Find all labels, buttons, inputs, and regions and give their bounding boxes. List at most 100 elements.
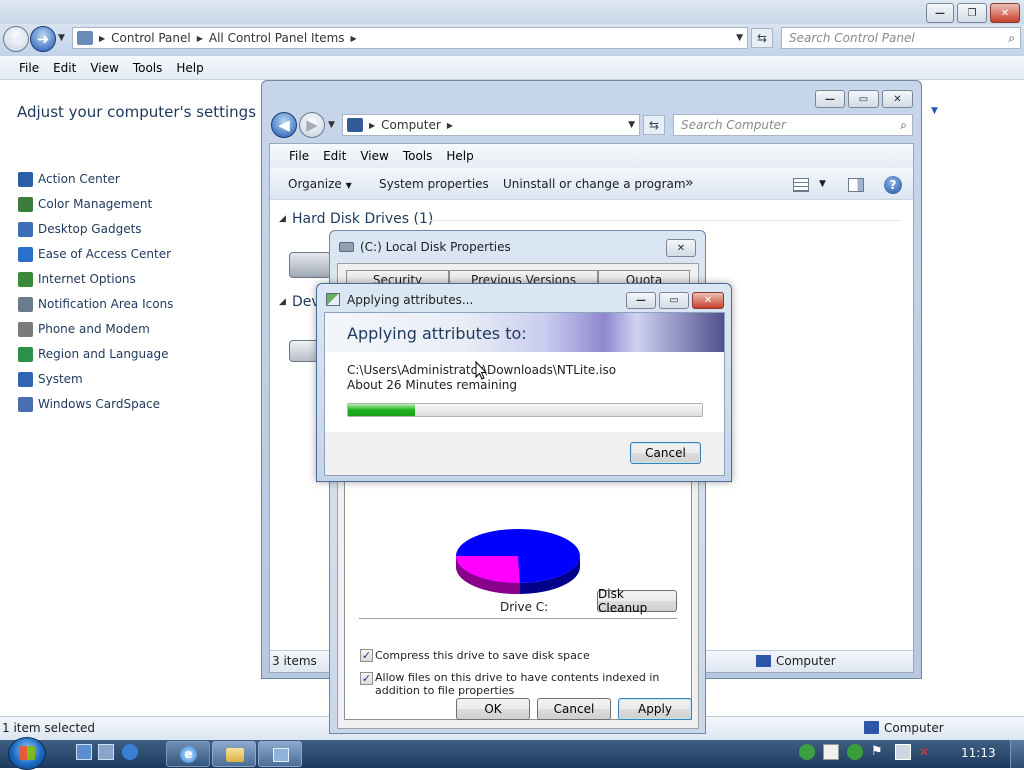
cp-menu-tools[interactable]: Tools (133, 61, 163, 75)
disk-dialog-close-button[interactable]: ✕ (666, 239, 696, 257)
preview-pane-icon[interactable] (848, 178, 864, 192)
cp-view-by-chevron[interactable]: ▼ (931, 106, 938, 116)
uninstall-button[interactable]: Uninstall or change a program (503, 177, 686, 191)
cp-breadcrumb-0[interactable]: Control Panel (111, 31, 191, 45)
compress-checkbox[interactable]: ✓ (360, 649, 373, 662)
apply-remaining: About 26 Minutes remaining (347, 378, 518, 392)
index-checkbox[interactable]: ✓ (360, 672, 373, 685)
cp-address-bar[interactable]: ▶ Control Panel ▶ All Control Panel Item… (72, 27, 748, 49)
cp-search-input[interactable]: Search Control Panel ⌕ (781, 27, 1021, 49)
ease-of-access-icon (18, 246, 33, 262)
computer-close-button[interactable]: ✕ (882, 90, 913, 108)
tray-flag-icon[interactable]: ⚑ (871, 744, 887, 760)
internet-explorer-icon: e (180, 746, 197, 763)
tray-volume-muted-icon[interactable]: ✕ (919, 744, 935, 760)
system-properties-button[interactable]: System properties (379, 177, 489, 191)
tray-check-icon[interactable] (847, 744, 863, 760)
chevron-down-icon[interactable]: ▼ (736, 33, 743, 43)
cardspace-icon (18, 396, 33, 412)
computer-menu-view[interactable]: View (360, 149, 388, 163)
cp-refresh-button[interactable]: ⇆ (751, 28, 773, 48)
disk-cancel-button[interactable]: Cancel (537, 698, 611, 720)
expand-icon[interactable]: ◢ (279, 214, 286, 224)
cp-item-label: Desktop Gadgets (38, 222, 142, 236)
system-icon (18, 371, 33, 387)
taskbar-ie-button[interactable]: e (166, 741, 210, 767)
disk-apply-button[interactable]: Apply (618, 698, 692, 720)
cp-breadcrumb-1[interactable]: All Control Panel Items (209, 31, 345, 45)
cp-item-label: System (38, 372, 83, 386)
chevron-down-icon[interactable]: ▼ (628, 120, 635, 130)
computer-menu-help[interactable]: Help (446, 149, 473, 163)
computer-minimize-button[interactable]: — (815, 90, 845, 108)
computer-recent-dropdown[interactable]: ▼ (328, 120, 335, 130)
cp-item-region-and-language[interactable]: Region and Language (18, 345, 169, 363)
computer-menu-tools[interactable]: Tools (403, 149, 433, 163)
taskbar-control-panel-button[interactable] (258, 741, 302, 767)
apply-close-button[interactable]: ✕ (692, 292, 724, 309)
computer-address-icon (347, 118, 363, 132)
cp-item-windows-cardspace[interactable]: Windows CardSpace (18, 395, 160, 413)
cp-menu-help[interactable]: Help (176, 61, 203, 75)
computer-forward-button[interactable]: ▶ (299, 112, 325, 138)
cp-forward-button[interactable]: ➜ (30, 26, 56, 52)
computer-menu-file[interactable]: File (289, 149, 309, 163)
computer-breadcrumb[interactable]: Computer (381, 118, 441, 132)
taskbar-explorer-button[interactable] (212, 741, 256, 767)
control-panel-icon (273, 748, 289, 762)
tray-network-icon[interactable] (799, 744, 815, 760)
apply-maximize-button[interactable]: ▭ (659, 292, 689, 309)
cp-item-internet-options[interactable]: Internet Options (18, 270, 136, 288)
cp-menu-edit[interactable]: Edit (53, 61, 76, 75)
cp-item-phone-and-modem[interactable]: Phone and Modem (18, 320, 150, 338)
cp-heading: Adjust your computer's settings (17, 103, 257, 121)
expand-icon[interactable]: ◢ (279, 297, 286, 307)
hdd-group-header[interactable]: Hard Disk Drives (1) (292, 211, 433, 227)
hard-drive-icon[interactable] (289, 252, 331, 278)
computer-maximize-button[interactable]: ▭ (848, 90, 879, 108)
cp-item-notification-area-icons[interactable]: Notification Area Icons (18, 295, 173, 313)
cp-menu-view[interactable]: View (90, 61, 118, 75)
cp-close-button[interactable]: ✕ (990, 3, 1020, 23)
cp-menu-file[interactable]: File (19, 61, 39, 75)
view-options-icon[interactable] (793, 178, 809, 192)
cp-minimize-button[interactable]: — (926, 3, 954, 23)
computer-search-input[interactable]: Search Computer ⌕ (673, 114, 913, 136)
cp-item-label: Color Management (38, 197, 153, 211)
globe-icon (18, 271, 33, 287)
chevron-down-icon[interactable]: ▼ (819, 179, 826, 189)
organize-button[interactable]: Organize ▼ (288, 177, 352, 191)
cp-back-button[interactable]: ◀ (3, 26, 29, 52)
cp-titlebar (0, 0, 1024, 24)
clock[interactable]: 11:13 (961, 746, 996, 760)
tray-monitor-icon[interactable] (895, 744, 911, 760)
help-icon[interactable]: ? (884, 176, 902, 194)
flag-icon (18, 171, 33, 187)
gadgets-icon (18, 221, 33, 237)
quicklaunch-ie-icon[interactable] (122, 744, 138, 760)
computer-back-button[interactable]: ◀ (271, 112, 297, 138)
cp-item-color-management[interactable]: Color Management (18, 195, 152, 213)
disk-ok-button[interactable]: OK (456, 698, 530, 720)
apply-cancel-button[interactable]: Cancel (630, 442, 701, 464)
cp-item-desktop-gadgets[interactable]: Desktop Gadgets (18, 220, 142, 238)
computer-menu-edit[interactable]: Edit (323, 149, 346, 163)
computer-address-bar[interactable]: ▶ Computer ▶ ▼ (342, 114, 640, 136)
apply-minimize-button[interactable]: — (626, 292, 656, 309)
more-commands-button[interactable]: » (685, 175, 694, 191)
cp-item-ease-of-access-center[interactable]: Ease of Access Center (18, 245, 171, 263)
cp-item-system[interactable]: System (18, 370, 83, 388)
compress-label[interactable]: Compress this drive to save disk space (375, 649, 675, 662)
index-label[interactable]: Allow files on this drive to have conten… (375, 671, 675, 697)
disk-cleanup-button[interactable]: Disk Cleanup (597, 587, 677, 615)
cp-maximize-button[interactable]: ❐ (957, 3, 987, 23)
cp-item-action-center[interactable]: Action Center (18, 170, 120, 188)
search-icon: ⌕ (900, 117, 907, 132)
cp-recent-dropdown[interactable]: ▼ (58, 33, 65, 43)
quicklaunch-show-desktop-icon[interactable] (76, 744, 92, 760)
computer-refresh-button[interactable]: ⇆ (643, 115, 665, 135)
cp-item-label: Region and Language (38, 347, 169, 361)
tray-document-icon[interactable] (823, 744, 839, 760)
show-desktop-button[interactable] (1010, 740, 1024, 768)
quicklaunch-switch-icon[interactable] (98, 744, 114, 760)
